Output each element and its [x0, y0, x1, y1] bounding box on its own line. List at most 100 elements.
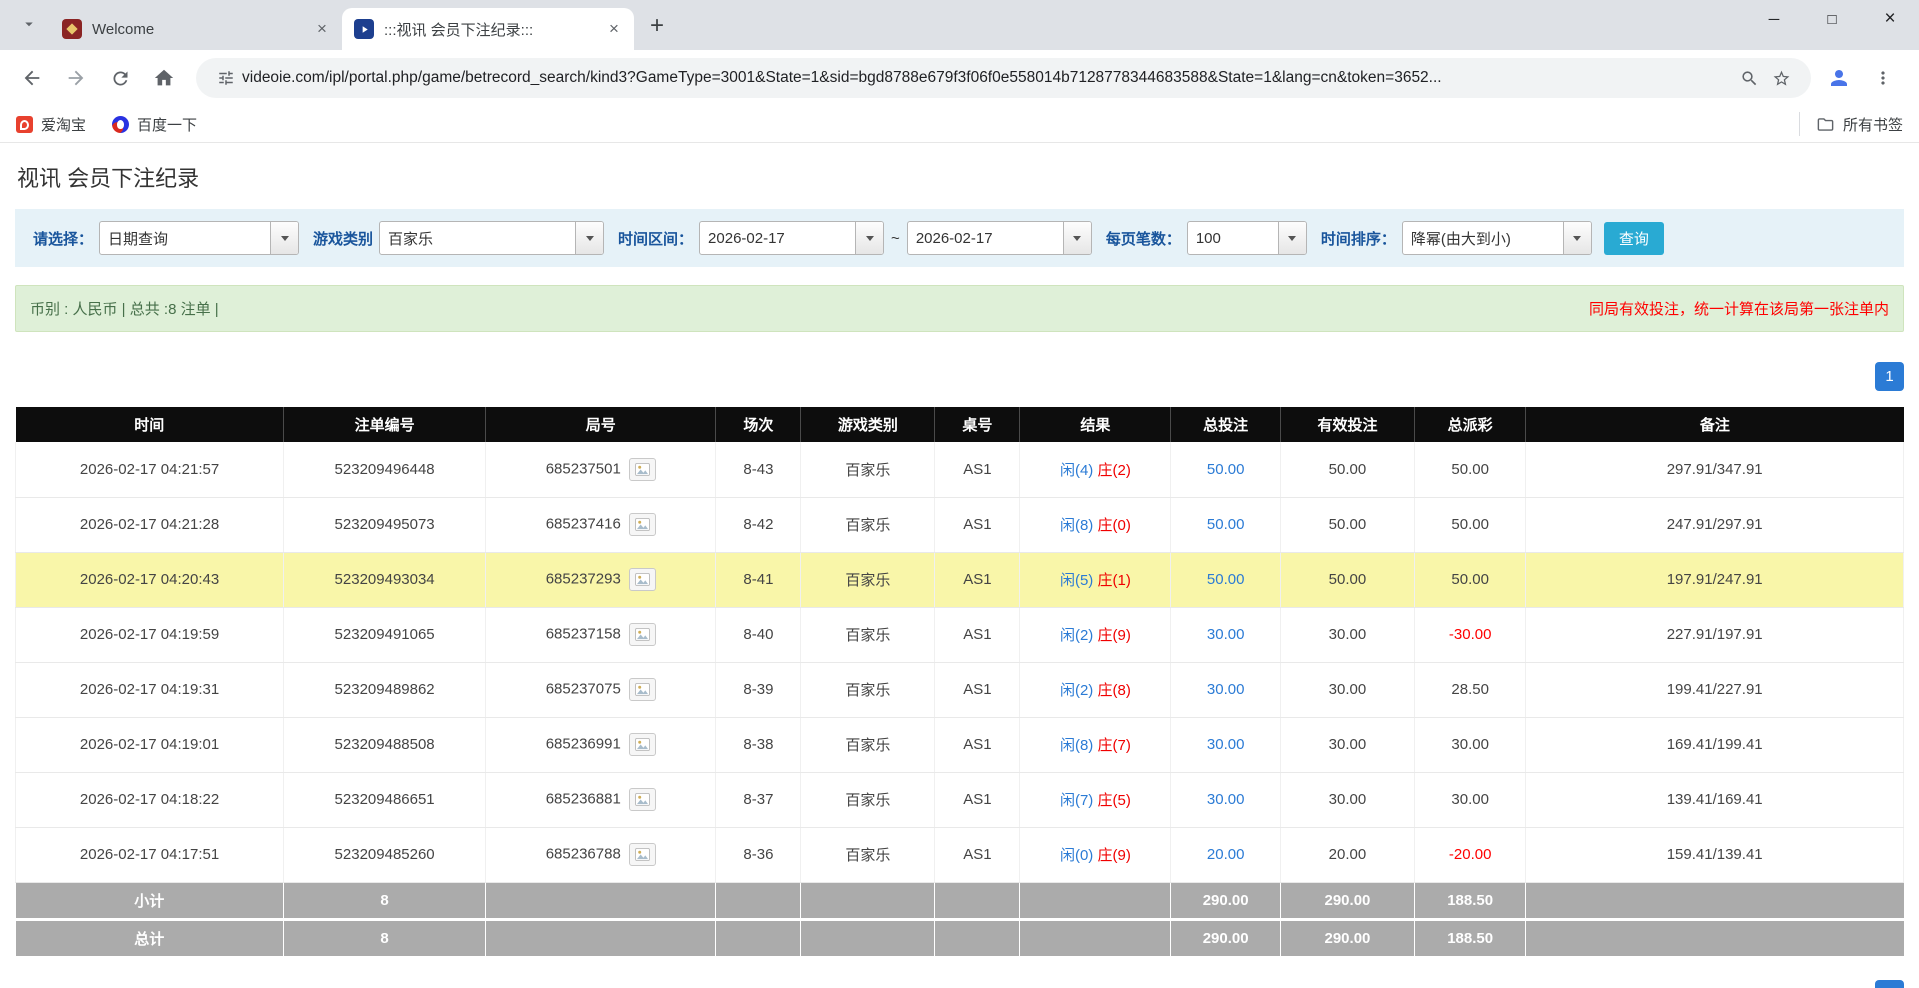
round-replay-button[interactable]	[629, 788, 656, 811]
bookmark-star-icon[interactable]	[1765, 62, 1797, 94]
cell-total-bet: 30.00	[1171, 717, 1281, 772]
subtotal-row-cell: 290.00	[1171, 882, 1281, 919]
forward-button[interactable]	[56, 58, 96, 98]
total-bet-link[interactable]: 50.00	[1207, 461, 1245, 478]
home-button[interactable]	[144, 58, 184, 98]
bookmark-aitaobao[interactable]: 爱淘宝	[16, 114, 86, 135]
dropdown-button[interactable]	[270, 222, 298, 254]
table-row: 2026-02-17 04:19:31523209489862685237075…	[16, 662, 1904, 717]
cell-note: 199.41/227.91	[1526, 662, 1904, 717]
video-favicon-icon	[354, 19, 374, 39]
select-type-input[interactable]	[100, 222, 270, 254]
dropdown-button[interactable]	[575, 222, 603, 254]
payout-value: 50.00	[1451, 571, 1489, 588]
dropdown-button[interactable]	[1563, 222, 1591, 254]
cell-round: 685237501	[486, 442, 716, 497]
cell-session: 8-41	[716, 552, 801, 607]
url-text: videoie.com/ipl/portal.php/game/betrecor…	[242, 69, 1733, 87]
subtotal-row-cell	[935, 882, 1020, 919]
round-replay-button[interactable]	[629, 843, 656, 866]
table-row: 2026-02-17 04:20:43523209493034685237293…	[16, 552, 1904, 607]
currency-summary-text: 币别 : 人民币 | 总共 :8 注单 |	[30, 298, 219, 319]
total-bet-link[interactable]: 20.00	[1207, 846, 1245, 863]
round-replay-button[interactable]	[629, 568, 656, 591]
cell-round: 685237075	[486, 662, 716, 717]
baidu-icon	[112, 116, 129, 133]
per-page-input[interactable]	[1188, 222, 1278, 254]
payout-value: 30.00	[1451, 736, 1489, 753]
pagination-top: 1	[15, 362, 1904, 391]
welcome-favicon-icon	[62, 19, 82, 39]
filter-sort	[1402, 221, 1592, 255]
profile-avatar-icon[interactable]	[1819, 58, 1859, 98]
column-header: 场次	[716, 407, 801, 442]
banker-result: 庄(8)	[1097, 682, 1130, 699]
taobao-icon	[16, 116, 33, 133]
new-tab-button[interactable]: +	[640, 9, 674, 43]
page-1-button[interactable]: 1	[1875, 362, 1904, 391]
maximize-button[interactable]: □	[1803, 0, 1861, 38]
tab-search-button[interactable]	[12, 9, 46, 43]
cell-result: 闲(8) 庄(7)	[1020, 717, 1171, 772]
close-window-button[interactable]: ×	[1861, 0, 1919, 38]
total-bet-link[interactable]: 30.00	[1207, 791, 1245, 808]
page-1-button[interactable]: 1	[1875, 980, 1904, 988]
dropdown-button[interactable]	[855, 222, 883, 254]
banker-result: 庄(7)	[1097, 737, 1130, 754]
round-replay-button[interactable]	[629, 458, 656, 481]
reload-button[interactable]	[100, 58, 140, 98]
round-replay-button[interactable]	[629, 513, 656, 536]
round-replay-button[interactable]	[629, 733, 656, 756]
back-button[interactable]	[12, 58, 52, 98]
player-result: 闲(8)	[1060, 737, 1093, 754]
total-bet-link[interactable]: 50.00	[1207, 571, 1245, 588]
column-header: 局号	[486, 407, 716, 442]
tab-welcome[interactable]: Welcome ×	[50, 8, 342, 50]
site-settings-icon[interactable]	[210, 62, 242, 94]
cell-session: 8-38	[716, 717, 801, 772]
round-replay-button[interactable]	[629, 623, 656, 646]
date-to-input[interactable]	[908, 222, 1063, 254]
filter-per-page	[1187, 221, 1307, 255]
cell-valid-bet: 50.00	[1280, 442, 1414, 497]
chevron-down-icon	[586, 236, 594, 241]
game-type-input[interactable]	[380, 222, 575, 254]
total-bet-link[interactable]: 30.00	[1207, 736, 1245, 753]
all-bookmarks-button[interactable]: 所有书签	[1799, 112, 1903, 136]
photo-icon	[635, 738, 650, 751]
chevron-down-icon	[1573, 236, 1581, 241]
column-header: 总派彩	[1414, 407, 1525, 442]
filter-date-to	[907, 221, 1092, 255]
date-from-input[interactable]	[700, 222, 855, 254]
total-bet-link[interactable]: 30.00	[1207, 681, 1245, 698]
all-bookmarks-label: 所有书签	[1843, 114, 1903, 135]
address-bar[interactable]: videoie.com/ipl/portal.php/game/betrecor…	[196, 58, 1811, 98]
total-row-cell	[716, 919, 801, 956]
payout-value: 50.00	[1451, 461, 1489, 478]
subtotal-row: 小计8290.00290.00188.50	[16, 882, 1904, 919]
cell-game-type: 百家乐	[801, 662, 935, 717]
close-tab-icon[interactable]: ×	[310, 17, 334, 41]
round-replay-button[interactable]	[629, 678, 656, 701]
total-bet-link[interactable]: 30.00	[1207, 626, 1245, 643]
chevron-down-icon	[1073, 236, 1081, 241]
bookmark-baidu[interactable]: 百度一下	[112, 114, 197, 135]
payout-value: -30.00	[1449, 626, 1492, 643]
photo-icon	[635, 518, 650, 531]
subtotal-row-cell: 8	[284, 882, 486, 919]
search-button[interactable]: 查询	[1604, 222, 1664, 255]
tab-bet-records[interactable]: :::视讯 会员下注纪录::: ×	[342, 8, 634, 50]
dropdown-button[interactable]	[1278, 222, 1306, 254]
close-tab-icon[interactable]: ×	[602, 17, 626, 41]
cell-bet-id: 523209493034	[284, 552, 486, 607]
cell-table-no: AS1	[935, 497, 1020, 552]
filter-date-from	[699, 221, 884, 255]
dropdown-button[interactable]	[1063, 222, 1091, 254]
sort-input[interactable]	[1403, 222, 1563, 254]
total-bet-link[interactable]: 50.00	[1207, 516, 1245, 533]
zoom-icon[interactable]	[1733, 62, 1765, 94]
round-number: 685237075	[546, 680, 621, 697]
browser-menu-icon[interactable]	[1863, 58, 1903, 98]
minimize-button[interactable]: ─	[1745, 0, 1803, 38]
filter-bar: 请选择： 游戏类别 时间区间： ~ 每页笔数： 时间排序：	[15, 209, 1904, 267]
